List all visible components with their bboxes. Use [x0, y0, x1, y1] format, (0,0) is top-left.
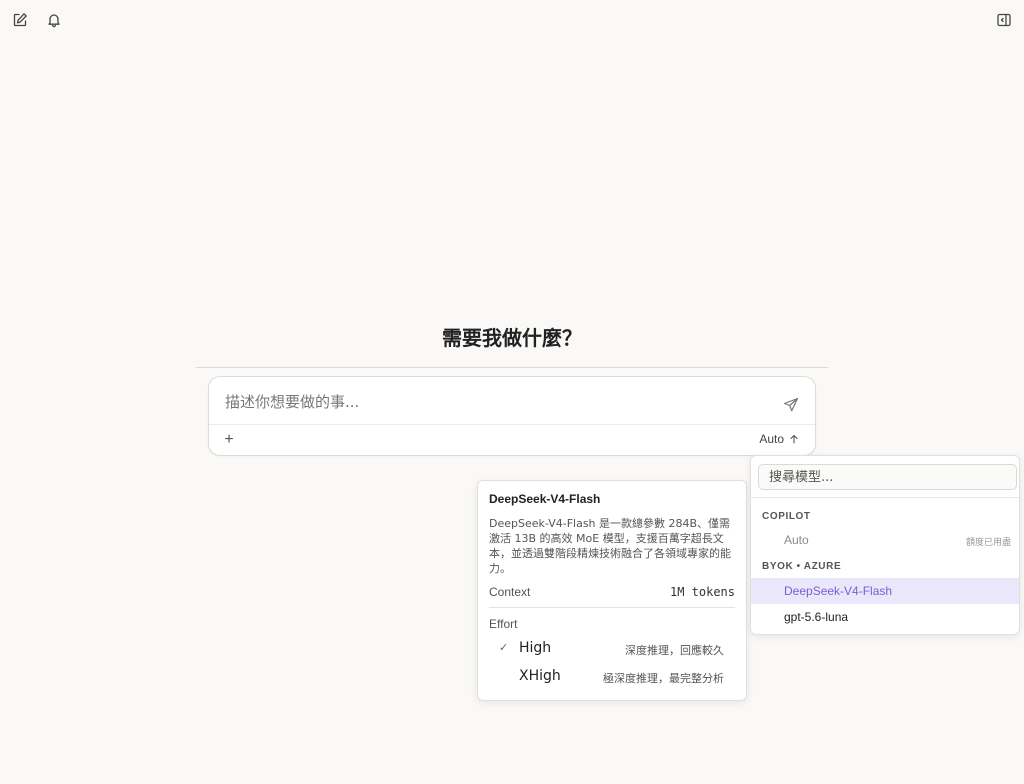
group-label-byok-azure: BYOK • AZURE	[762, 561, 842, 572]
effort-option-name: XHigh	[519, 668, 561, 684]
model-selector-button[interactable]: Auto	[759, 432, 799, 446]
model-info-card: DeepSeek-V4-Flash DeepSeek-V4-Flash 是一款總…	[477, 480, 747, 701]
send-icon	[783, 397, 799, 412]
context-value: 1M tokens	[669, 585, 735, 599]
quota-exhausted-note: 額度已用盡	[965, 538, 1011, 548]
new-chat-button[interactable]	[8, 8, 32, 32]
model-menu: COPILOT Auto 額度已用盡 BYOK • AZURE DeepSeek…	[750, 455, 1020, 635]
model-option-name: DeepSeek-V4-Flash	[784, 584, 893, 598]
add-attachment-button[interactable]: +	[221, 431, 237, 449]
group-label-copilot: COPILOT	[762, 511, 811, 522]
context-label: Context	[489, 585, 531, 599]
effort-option-xhigh[interactable]: XHigh 極深度推理，最完整分析	[489, 665, 724, 689]
divider	[196, 367, 828, 368]
bell-icon	[46, 12, 62, 28]
menu-divider	[751, 497, 1019, 498]
model-option-deepseek-v4-flash[interactable]: DeepSeek-V4-Flash	[751, 578, 1019, 604]
prompt-input[interactable]	[225, 391, 765, 413]
info-divider	[489, 607, 735, 608]
model-selector-label: Auto	[759, 432, 784, 446]
arrow-up-icon	[790, 434, 798, 444]
composer: + Auto	[208, 376, 816, 456]
page-title: 需要我做什麼？	[442, 326, 582, 350]
compose-icon	[12, 12, 28, 28]
model-info-name: DeepSeek-V4-Flash	[489, 492, 601, 506]
model-search-input[interactable]	[758, 464, 1017, 490]
composer-divider	[209, 424, 815, 425]
effort-label: Effort	[489, 617, 518, 631]
model-option-auto[interactable]: Auto 額度已用盡	[751, 527, 1019, 553]
model-option-gpt-5-6-luna[interactable]: gpt-5.6-luna	[751, 604, 1019, 630]
model-option-name: gpt-5.6-luna	[784, 610, 849, 624]
sidebar-toggle-icon	[996, 12, 1012, 28]
check-icon: ✓	[499, 642, 509, 654]
sidebar-toggle-button[interactable]	[992, 8, 1016, 32]
effort-option-name: High	[519, 640, 552, 656]
send-button[interactable]	[783, 397, 801, 415]
notifications-button[interactable]	[42, 8, 66, 32]
model-option-name: Auto	[784, 533, 809, 547]
model-info-description: DeepSeek-V4-Flash 是一款總參數 284B、僅需激活 13B 的…	[489, 517, 731, 575]
effort-option-high[interactable]: ✓ High 深度推理，回應較久	[489, 637, 724, 661]
effort-option-desc: 深度推理，回應較久	[625, 644, 724, 657]
effort-option-desc: 極深度推理，最完整分析	[603, 672, 724, 685]
